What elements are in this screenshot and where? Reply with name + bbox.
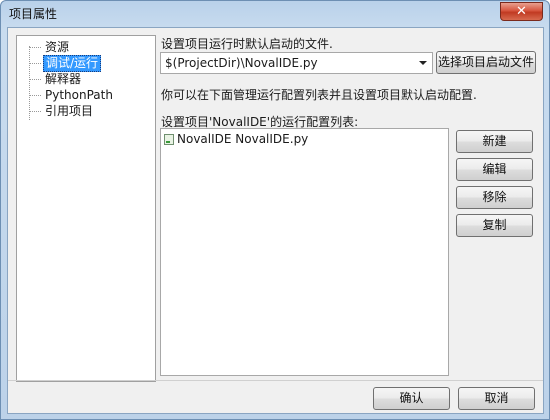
tree-item-label: 调试/运行 xyxy=(43,54,102,72)
footer-divider xyxy=(8,380,543,381)
ok-button[interactable]: 确认 xyxy=(373,387,450,410)
tree-item-interpreter[interactable]: 解释器 xyxy=(29,71,83,87)
config-hint-text: 你可以在下面管理运行配置列表并且设置项目默认启动配置. xyxy=(161,88,477,102)
title-bar[interactable]: 项目属性 ✕ xyxy=(1,1,549,25)
tree-item-label: 引用项目 xyxy=(45,103,94,118)
tree-item-resources[interactable]: 资源 xyxy=(29,39,71,55)
copy-config-button[interactable]: 复制 xyxy=(456,214,533,237)
run-config-list[interactable]: NovalIDE NovalIDE.py xyxy=(160,128,449,376)
new-config-button[interactable]: 新建 xyxy=(456,130,533,153)
remove-config-button[interactable]: 移除 xyxy=(456,186,533,209)
chevron-down-icon[interactable] xyxy=(419,61,427,65)
tree-item-project-references[interactable]: 引用项目 xyxy=(29,103,95,119)
select-startup-file-button[interactable]: 选择项目启动文件 xyxy=(436,51,536,74)
tree-item-label: 解释器 xyxy=(45,71,82,86)
tree-item-label: PythonPath xyxy=(45,87,113,102)
list-item-label: NovalIDE NovalIDE.py xyxy=(177,132,309,146)
settings-tree: 资源 调试/运行 解释器 PythonPath 引用项目 xyxy=(16,35,156,382)
close-button[interactable]: ✕ xyxy=(500,2,543,21)
dialog-body: 资源 调试/运行 解释器 PythonPath 引用项目 设置项目运行时默认启动… xyxy=(7,27,544,414)
project-properties-dialog: 项目属性 ✕ 资源 调试/运行 解释器 PythonPath 引用项目 设置项目… xyxy=(0,0,550,420)
cancel-button[interactable]: 取消 xyxy=(458,387,535,410)
list-item[interactable]: NovalIDE NovalIDE.py xyxy=(164,132,308,146)
tree-item-label: 资源 xyxy=(45,39,70,54)
startup-file-combobox[interactable]: $(ProjectDir)\NovalIDE.py xyxy=(160,52,433,74)
python-file-icon xyxy=(164,133,174,145)
tree-item-debug-run[interactable]: 调试/运行 xyxy=(29,54,102,72)
window-title: 项目属性 xyxy=(9,7,58,21)
startup-file-label: 设置项目运行时默认启动的文件. xyxy=(161,37,333,51)
tree-item-pythonpath[interactable]: PythonPath xyxy=(29,87,115,103)
startup-file-value: $(ProjectDir)\NovalIDE.py xyxy=(165,56,318,70)
edit-config-button[interactable]: 编辑 xyxy=(456,158,533,181)
